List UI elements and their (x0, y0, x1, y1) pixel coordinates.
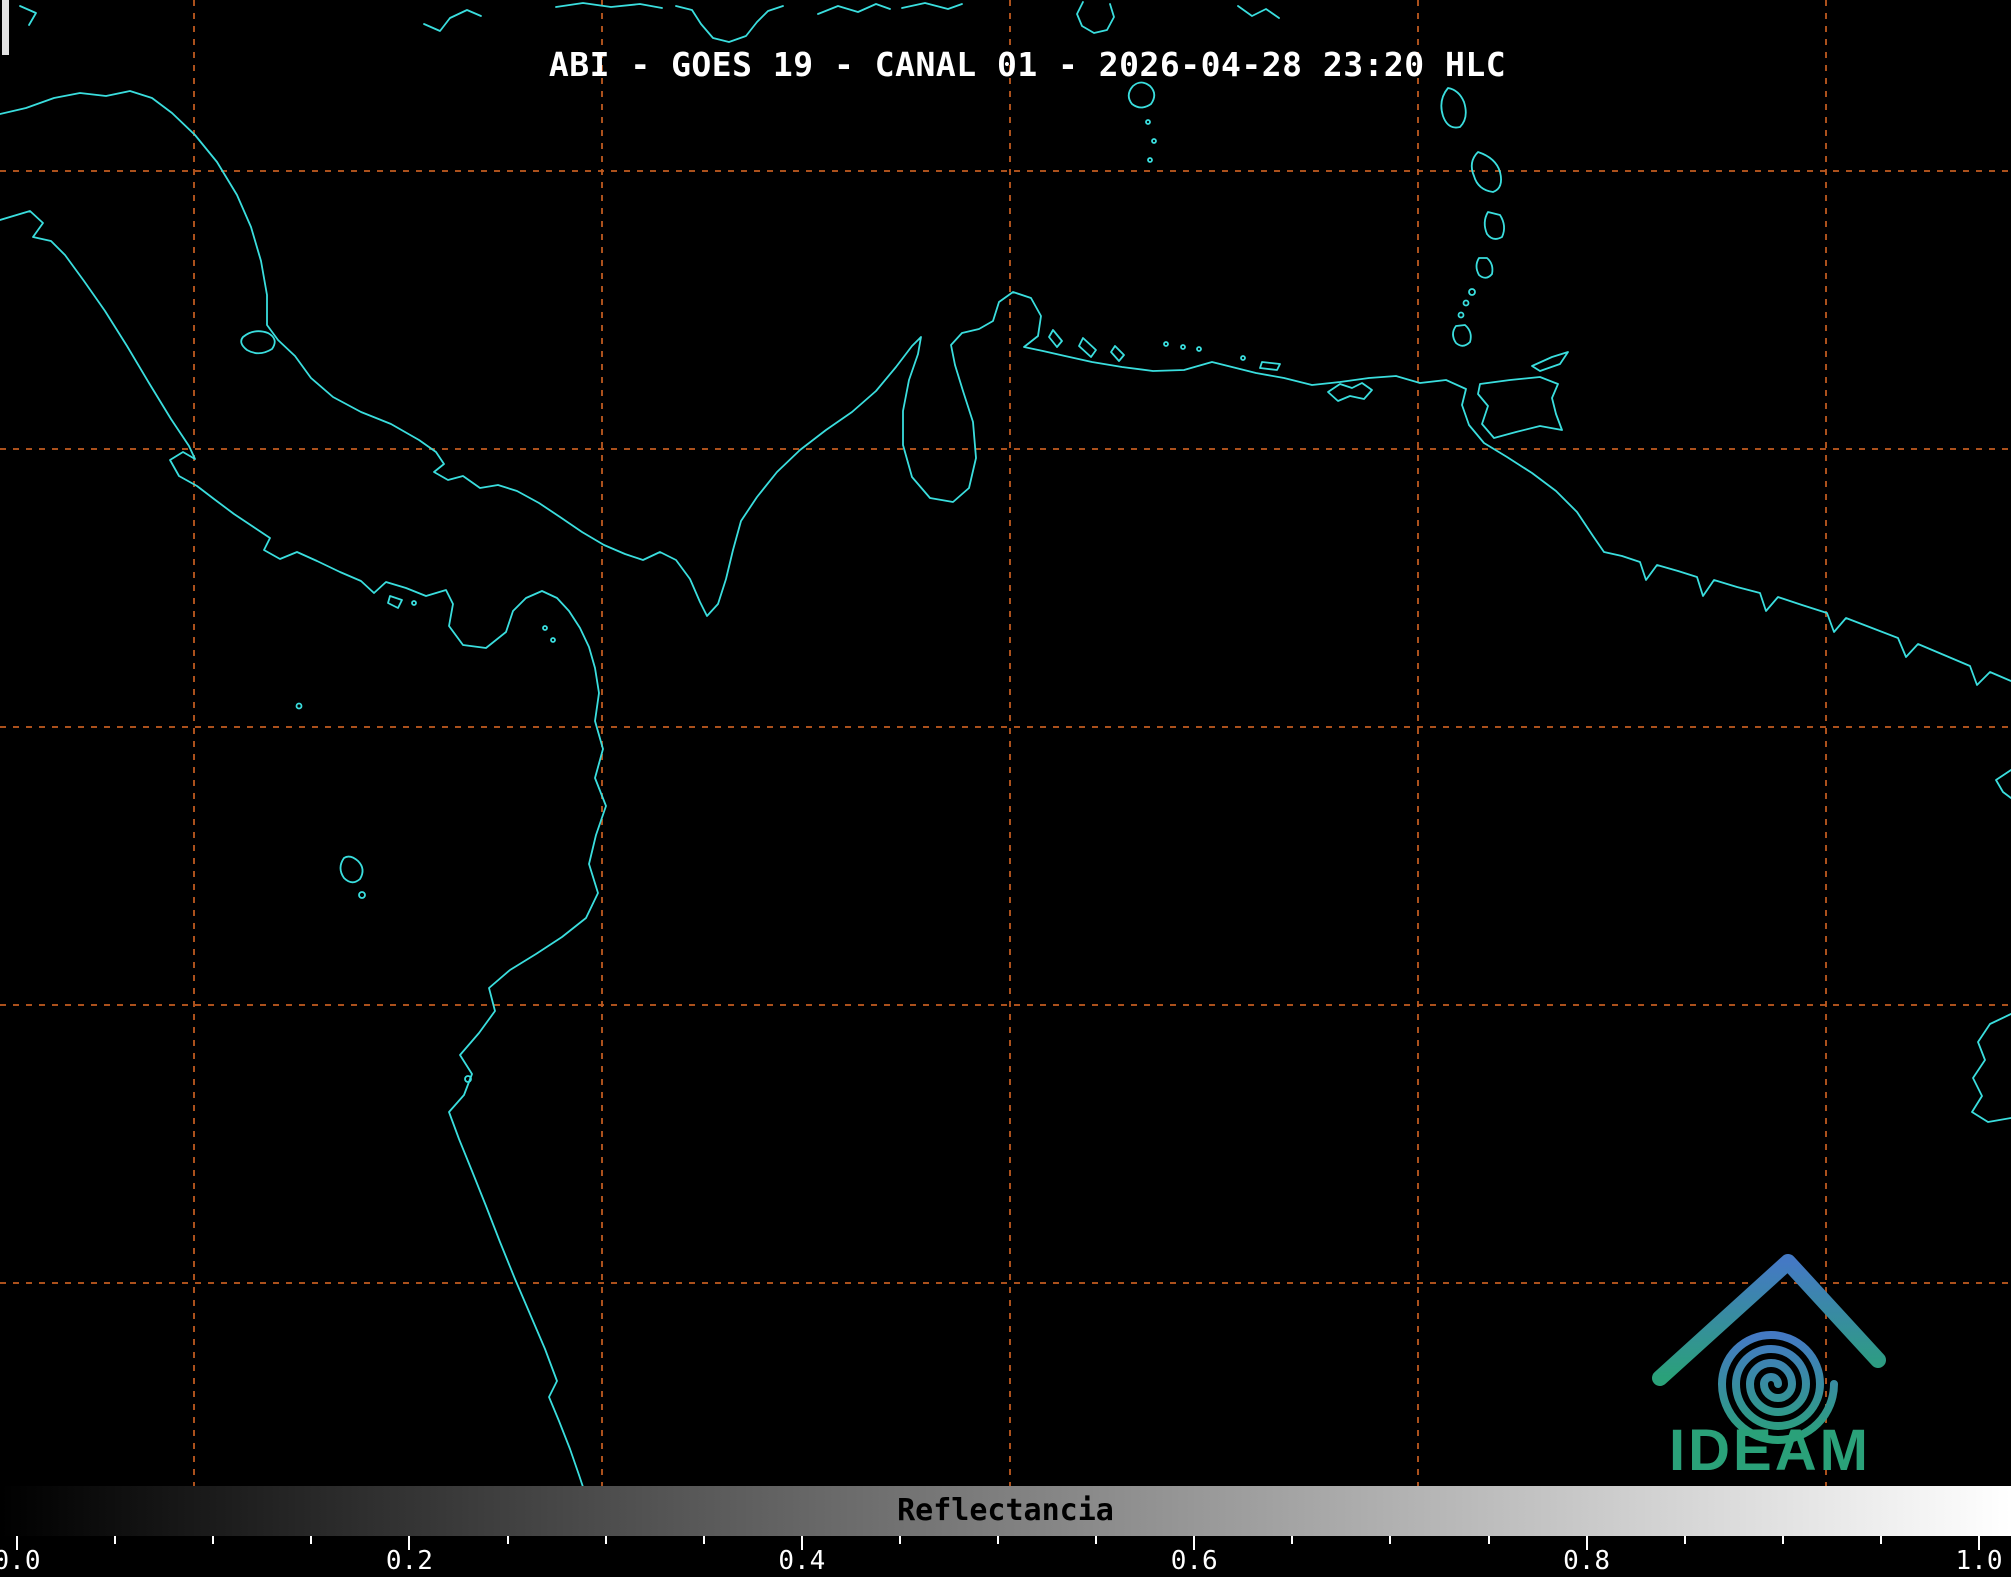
island-fragment-top-4 (676, 6, 783, 42)
islet-dot (297, 704, 302, 709)
colorbar-minor-tick (997, 1536, 999, 1544)
colorbar-label: Reflectancia (0, 1486, 2011, 1536)
left-edge-artifact (2, 0, 9, 55)
colorbar-minor-tick (605, 1536, 607, 1544)
islet-dot (543, 626, 547, 630)
island-fragment-top-3 (556, 3, 662, 8)
colorbar-tick-label: 1.0 (1956, 1546, 2003, 1576)
colorbar-minor-tick (1782, 1536, 1784, 1544)
islet-dot (1148, 158, 1152, 162)
colorbar-minor-tick (212, 1536, 214, 1544)
colorbar-tick-label: 0.4 (778, 1546, 825, 1576)
colorbar-minor-tick (1291, 1536, 1293, 1544)
island-tobago (1532, 352, 1568, 371)
colorbar-minor-tick (1684, 1536, 1686, 1544)
islet-dot (1146, 120, 1150, 124)
coast-fragment-right-1 (1996, 770, 2011, 798)
coastline-caribbean-mainland (0, 91, 2011, 685)
islet-dot (359, 892, 365, 898)
island-fragment-top-6 (902, 3, 962, 9)
ideam-logo: IDEAM (1640, 1240, 1904, 1490)
colorbar-minor-tick (1488, 1536, 1490, 1544)
island-trinidad (1478, 377, 1562, 438)
colorbar-minor-tick (1880, 1536, 1882, 1544)
colorbar-minor-tick (310, 1536, 312, 1544)
colorbar-minor-tick (1389, 1536, 1391, 1544)
colorbar-minor-tick (114, 1536, 116, 1544)
colorbar-minor-tick (703, 1536, 705, 1544)
satellite-image-view: ABI - GOES 19 - CANAL 01 - 2026-04-28 23… (0, 0, 2011, 1577)
islet-dot (412, 601, 416, 605)
river-fragment-right-2 (1972, 1014, 2011, 1122)
island-grenada (1453, 325, 1471, 346)
island-fragment-top-5 (818, 4, 890, 14)
islet-dot (1181, 345, 1185, 349)
island-dominica (1441, 88, 1465, 128)
island-bonaire (1111, 346, 1124, 361)
island-coiba (388, 596, 402, 608)
islet-dot (1469, 289, 1475, 295)
island-la-tortuga (1260, 362, 1280, 370)
islet-dot (551, 638, 555, 642)
island-fragment-top-2 (424, 10, 481, 31)
colorbar-tick-label: 0.6 (1171, 1546, 1218, 1576)
colorbar-minor-tick (1095, 1536, 1097, 1544)
island-small-ne (1129, 83, 1155, 108)
islet-dot (1197, 347, 1201, 351)
islet-dot (1152, 139, 1156, 143)
island-fragment-top-8 (1238, 6, 1279, 18)
island-curacao (1079, 338, 1096, 357)
islet-dot (1459, 313, 1464, 318)
island-aruba (1049, 330, 1062, 347)
lake-nicaragua (241, 331, 275, 353)
colorbar-tick-label: 0.0 (0, 1546, 40, 1576)
islet-dot (1241, 356, 1245, 360)
colorbar: Reflectancia (0, 1486, 2011, 1536)
coastline-pacific (0, 211, 606, 1486)
island-martinique (1472, 152, 1501, 192)
map-area: ABI - GOES 19 - CANAL 01 - 2026-04-28 23… (0, 0, 2011, 1486)
colorbar-tick-label: 0.8 (1563, 1546, 1610, 1576)
islet-dot (1164, 342, 1168, 346)
islet-dot (465, 1076, 471, 1082)
image-title: ABI - GOES 19 - CANAL 01 - 2026-04-28 23… (549, 45, 1506, 84)
island-small-west (341, 857, 363, 883)
islet-dot (1464, 301, 1469, 306)
island-margarita (1328, 383, 1372, 401)
colorbar-minor-tick (507, 1536, 509, 1544)
island-st-vincent (1477, 258, 1493, 278)
island-fragment-top-7 (1077, 2, 1114, 33)
colorbar-tick-label: 0.2 (386, 1546, 433, 1576)
island-fragment-top-1 (20, 6, 36, 25)
logo-wordmark: IDEAM (1669, 1418, 1871, 1483)
island-st-lucia (1485, 212, 1504, 239)
colorbar-axis: 0.0 0.2 0.4 0.6 0.8 1.0 (0, 1536, 2011, 1577)
colorbar-minor-tick (899, 1536, 901, 1544)
